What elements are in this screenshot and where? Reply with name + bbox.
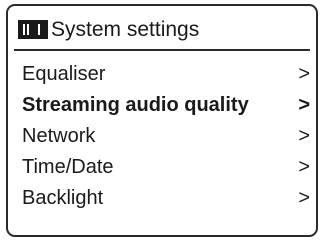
title-divider (14, 49, 310, 51)
lcd-display: System settings Equaliser > Streaming au… (6, 4, 318, 237)
menu-item-label: Equaliser (22, 63, 106, 85)
menu-item-label: Streaming audio quality (22, 94, 249, 116)
menu-item-time-date[interactable]: Time/Date > (22, 152, 310, 183)
menu-item-streaming-audio-quality[interactable]: Streaming audio quality > (22, 90, 310, 121)
menu-item-label: Network (22, 125, 96, 147)
menu-item-label: Time/Date (22, 156, 114, 178)
chevron-right-icon: > (298, 187, 310, 209)
menu-item-backlight[interactable]: Backlight > (22, 183, 310, 214)
chevron-right-icon: > (298, 125, 310, 147)
menu-item-network[interactable]: Network > (22, 121, 310, 152)
settings-menu: Equaliser > Streaming audio quality > Ne… (22, 59, 310, 214)
menu-item-equaliser[interactable]: Equaliser > (22, 59, 310, 90)
title-bar: System settings (18, 12, 306, 46)
chevron-right-icon: > (298, 156, 310, 178)
page-title: System settings (51, 17, 200, 41)
settings-menu-icon (18, 19, 48, 39)
chevron-right-icon: > (298, 94, 310, 116)
chevron-right-icon: > (298, 63, 310, 85)
menu-item-label: Backlight (22, 187, 104, 209)
